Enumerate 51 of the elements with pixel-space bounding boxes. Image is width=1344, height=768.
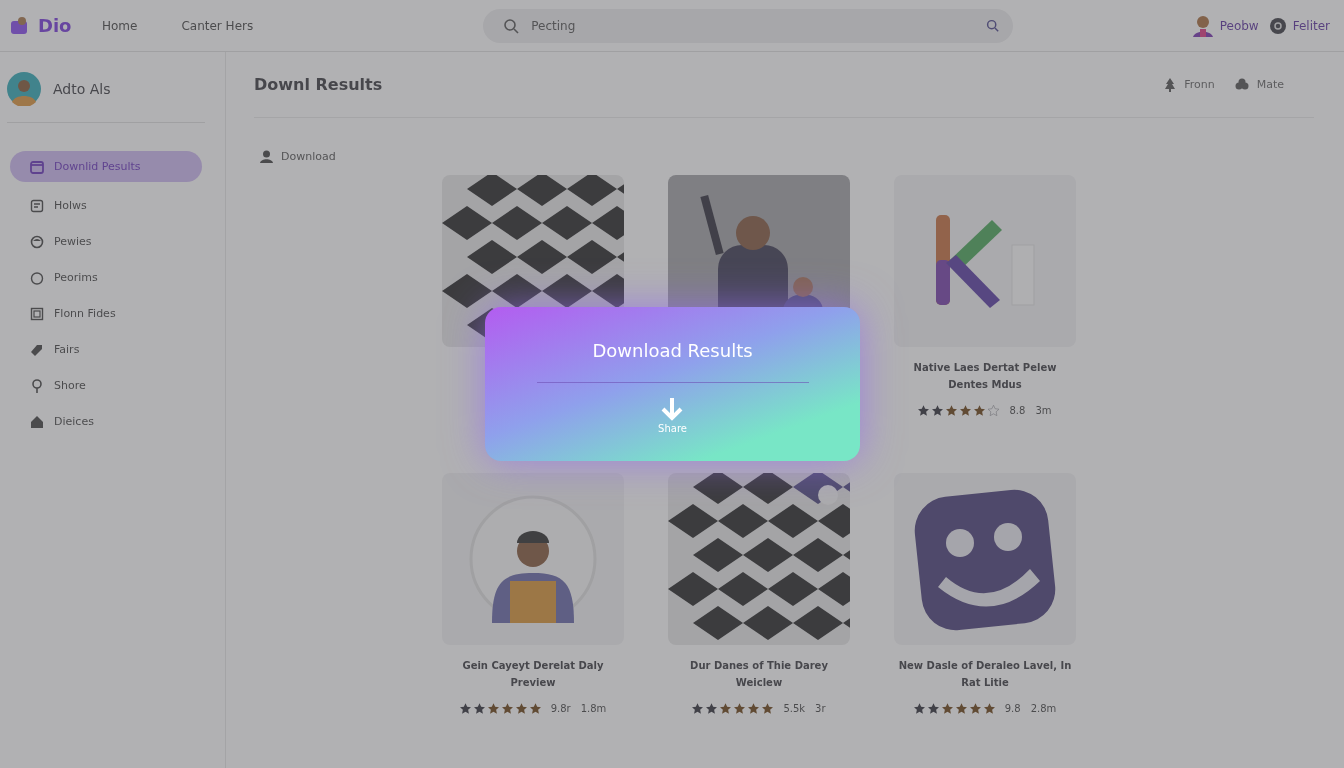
avatar-icon — [1191, 13, 1214, 38]
action-link[interactable]: Fronn — [1164, 77, 1215, 92]
calendar-icon — [30, 159, 44, 174]
sidebar-item[interactable]: Holws — [10, 193, 202, 218]
tag-icon — [30, 342, 44, 357]
nav-link[interactable]: Canter Hers — [181, 18, 254, 33]
card-stat: 8.8 — [1009, 405, 1026, 416]
card-title[interactable]: Gein Cayeyt Derelat Daly Preview — [442, 657, 624, 691]
download-arrow-icon — [660, 397, 685, 423]
sidebar-item[interactable]: Peorims — [10, 265, 202, 290]
clover-icon — [1234, 77, 1249, 92]
sidebar-item[interactable]: Pewies — [10, 229, 202, 254]
search-icon — [503, 17, 520, 34]
settings-icon — [1268, 16, 1287, 35]
download-link[interactable]: Download — [260, 150, 336, 163]
user-link[interactable]: Feliter — [1268, 16, 1330, 35]
page-title: Downl Results — [254, 75, 383, 94]
logo-icon — [10, 15, 30, 36]
person-icon — [260, 150, 273, 163]
sidebar-item[interactable]: Fairs — [10, 337, 202, 362]
frame-icon — [30, 306, 44, 321]
card-stat: 3m — [1035, 405, 1052, 416]
nav-link[interactable]: Home — [102, 18, 138, 33]
card-title[interactable]: Dur Danes of Thie Darey Weiclew — [668, 657, 850, 691]
document-icon — [30, 198, 44, 213]
sidebar-item[interactable]: Dieices — [10, 409, 202, 434]
action-link[interactable]: Mate — [1234, 77, 1284, 92]
avatar-icon — [7, 72, 41, 106]
home-icon — [30, 414, 44, 429]
user-link[interactable]: Peobw — [1191, 13, 1259, 38]
search-icon — [986, 19, 1000, 32]
sidebar-item[interactable]: Flonn Fides — [10, 301, 202, 326]
pin-icon — [30, 378, 44, 393]
brand-name[interactable]: Dio — [38, 15, 72, 36]
card-stat: 5.5k — [783, 703, 806, 714]
card-title[interactable]: Native Laes Dertat Pelew Dentes Mdus — [894, 359, 1076, 393]
circle-icon — [30, 270, 44, 285]
profile-name: Adto Als — [53, 81, 111, 97]
search-field[interactable]: Pecting — [483, 8, 1014, 43]
card-stat: 9.8 — [1004, 703, 1021, 714]
card-stat: 2.8m — [1030, 703, 1057, 714]
sidebar-item[interactable]: Downlid Pesults — [10, 151, 202, 182]
card-stat: 3r — [815, 703, 826, 714]
search-input[interactable]: Pecting — [529, 17, 977, 34]
tree-icon — [1164, 77, 1177, 92]
dialog-title: Download Results — [592, 340, 753, 361]
card-title[interactable]: New Dasle of Deraleo Lavel, In Rat Litie — [894, 657, 1076, 691]
smile-icon — [30, 234, 44, 249]
card-stat: 1.8m — [580, 703, 607, 714]
sidebar-item[interactable]: Shore — [10, 373, 202, 398]
card-stat: 9.8r — [550, 703, 571, 714]
